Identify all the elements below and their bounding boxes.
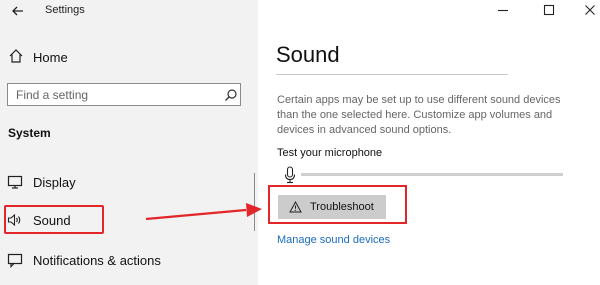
troubleshoot-button[interactable]: Troubleshoot — [278, 195, 386, 219]
warning-icon — [289, 201, 302, 213]
sidebar-item-display[interactable]: Display — [0, 166, 258, 198]
manage-sound-devices-link[interactable]: Manage sound devices — [277, 234, 390, 246]
home-icon — [9, 49, 23, 63]
search-placeholder: Find a setting — [16, 88, 89, 102]
sidebar-item-label: Notifications & actions — [33, 253, 161, 268]
main-panel: Sound Certain apps may be set up to use … — [258, 0, 600, 285]
microphone-icon — [284, 166, 296, 184]
title-divider — [276, 74, 508, 75]
maximize-icon[interactable] — [542, 3, 556, 17]
page-title: Sound — [276, 42, 340, 67]
back-arrow-icon[interactable] — [10, 3, 26, 19]
sidebar-item-label: Display — [33, 175, 76, 190]
notifications-icon — [7, 253, 23, 268]
section-heading: System — [8, 126, 51, 140]
sidebar-item-notifications[interactable]: Notifications & actions — [0, 244, 258, 276]
minimize-icon[interactable] — [496, 3, 510, 17]
sidebar: Settings Home Find a setting System Disp… — [0, 0, 258, 285]
description-text: Certain apps may be set up to use differ… — [277, 94, 561, 136]
search-icon[interactable] — [224, 88, 238, 102]
close-icon[interactable] — [583, 3, 597, 17]
microphone-level-meter — [301, 173, 563, 176]
window-title: Settings — [45, 4, 85, 16]
search-input[interactable]: Find a setting — [7, 83, 241, 106]
scrollbar-indicator[interactable] — [254, 173, 255, 231]
test-microphone-label: Test your microphone — [277, 147, 383, 159]
sound-highlight-box — [4, 205, 104, 234]
display-icon — [7, 175, 23, 189]
sidebar-item-label: Home — [33, 50, 68, 65]
sidebar-item-home[interactable]: Home — [0, 42, 258, 70]
troubleshoot-label: Troubleshoot — [310, 201, 374, 213]
